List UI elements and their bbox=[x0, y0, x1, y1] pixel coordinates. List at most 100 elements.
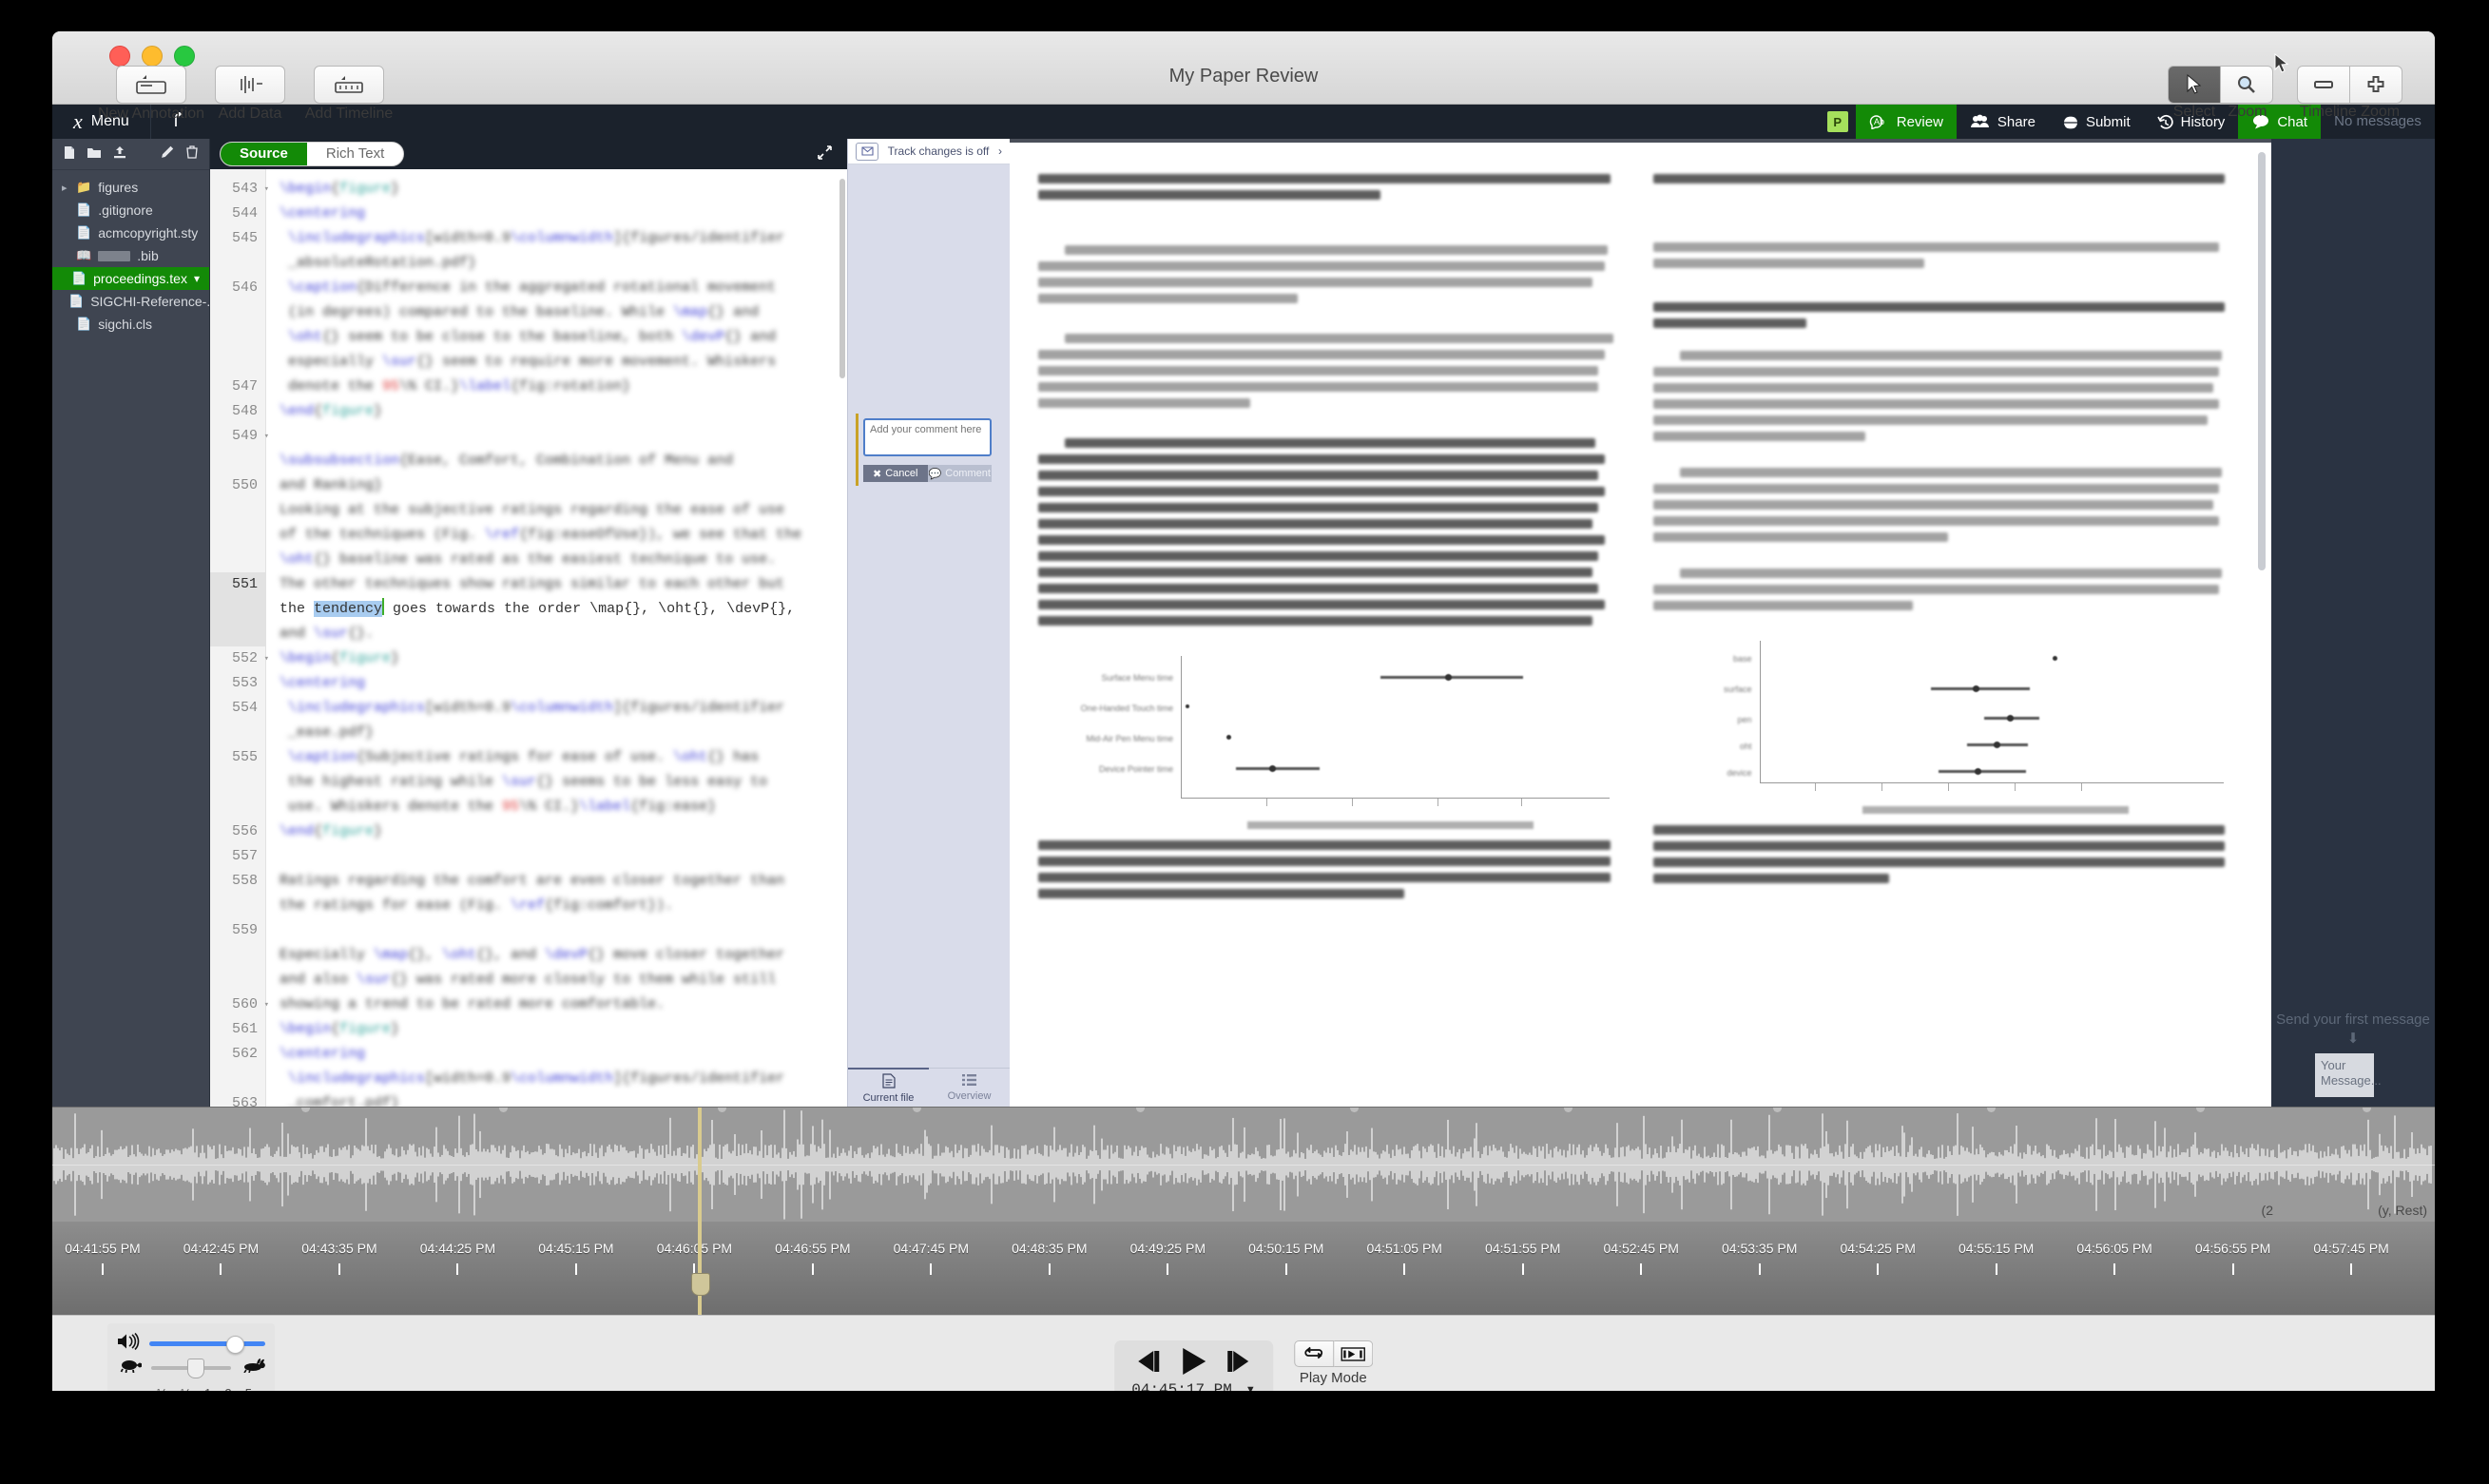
code-line-focused[interactable]: the tendency goes towards the order \map… bbox=[280, 597, 838, 622]
file-tree-item-proceedings-tex[interactable]: 📄 proceedings.tex ▾ bbox=[52, 267, 209, 290]
speed-knob[interactable] bbox=[186, 1359, 204, 1378]
submit-button[interactable]: Submit bbox=[2049, 105, 2144, 139]
play-range-icon[interactable] bbox=[1333, 1340, 1373, 1367]
ruler-tick-mark bbox=[2113, 1263, 2116, 1275]
inbox-icon[interactable] bbox=[856, 142, 878, 161]
file-tree-item-label: sigchi.cls bbox=[98, 317, 152, 332]
editor-scrollbar[interactable] bbox=[839, 179, 845, 378]
pdf-preview-panel: Recompile ▼ 52 bbox=[1010, 139, 2271, 1107]
ruler-tick-mark bbox=[1877, 1263, 1880, 1275]
ruler-tick-label: 04:56:05 PM bbox=[2076, 1241, 2152, 1256]
ruler-tick-label: 04:48:35 PM bbox=[1012, 1241, 1088, 1256]
file-tree-panel: ▸ 📁 figures 📄 .gitignore 📄 acmcopyright.… bbox=[52, 139, 209, 1107]
ruler-tick-label: 04:50:15 PM bbox=[1248, 1241, 1324, 1256]
track-changes-status[interactable]: Track changes is off bbox=[888, 145, 990, 158]
review-panel: Track changes is off › ✖ Cancel 💬 Commen… bbox=[847, 139, 1010, 1107]
add-data-label: Add Data bbox=[218, 106, 282, 122]
speaker-icon[interactable] bbox=[117, 1332, 140, 1355]
upload-icon[interactable] bbox=[113, 145, 126, 163]
step-forward-icon[interactable] bbox=[1224, 1349, 1252, 1378]
ruler-tick-mark bbox=[1284, 1263, 1287, 1275]
focused-suffix: goes towards the order \map{}, \oht{}, \… bbox=[384, 601, 796, 617]
new-folder-icon[interactable] bbox=[87, 146, 101, 163]
file-tree-item-label: acmcopyright.sty bbox=[98, 225, 199, 241]
tab-source[interactable]: Source bbox=[221, 143, 307, 165]
select-tool-button[interactable] bbox=[2168, 66, 2221, 104]
close-window-button[interactable] bbox=[109, 46, 130, 67]
waveform-playhead[interactable] bbox=[698, 1108, 702, 1222]
minimize-window-button[interactable] bbox=[142, 46, 163, 67]
chevron-right-icon[interactable]: › bbox=[998, 145, 1002, 158]
file-tree-item-acmcopyright[interactable]: 📄 acmcopyright.sty bbox=[52, 222, 209, 244]
file-tree-item-sigchi-reference[interactable]: 📄 SIGCHI-Reference-... bbox=[52, 290, 209, 313]
line-number: 559 bbox=[231, 922, 258, 938]
chat-hint: Send your first message ⬇ bbox=[2276, 1011, 2430, 1053]
tab-rich-text[interactable]: Rich Text bbox=[307, 143, 403, 165]
code-line: the ratings for ease (Fig. \ref{fig:comf… bbox=[280, 897, 674, 914]
tab-current-file[interactable]: Current file bbox=[848, 1068, 929, 1107]
file-tree-item-sigchi-cls[interactable]: 📄 sigchi.cls bbox=[52, 313, 209, 336]
chevron-right-icon[interactable]: ▸ bbox=[62, 182, 69, 194]
expand-icon[interactable] bbox=[818, 145, 832, 163]
zoom-window-button[interactable] bbox=[174, 46, 195, 67]
add-data-tool[interactable]: Add Data bbox=[204, 66, 296, 123]
volume-knob[interactable] bbox=[225, 1335, 244, 1354]
editor-code-area[interactable]: 543 544 545 546 547 548 549 550 551 552 … bbox=[210, 169, 847, 1107]
audio-waveform[interactable]: (2 (y, Rest) bbox=[52, 1107, 2435, 1222]
loop-icon[interactable] bbox=[1293, 1340, 1334, 1367]
rename-icon[interactable] bbox=[161, 145, 174, 163]
current-file-label: Current file bbox=[862, 1091, 915, 1104]
submit-comment-button[interactable]: 💬 Comment bbox=[927, 465, 992, 482]
line-number: 554 bbox=[231, 700, 258, 716]
document-icon bbox=[881, 1072, 896, 1091]
zoom-tool-button[interactable] bbox=[2221, 66, 2273, 104]
speed-slider[interactable] bbox=[151, 1359, 231, 1378]
playhead-handle[interactable] bbox=[691, 1273, 710, 1296]
tab-overview[interactable]: Overview bbox=[929, 1069, 1010, 1107]
play-icon[interactable] bbox=[1178, 1347, 1208, 1380]
timeline-ruler[interactable]: 04:41:55 PM 04:42:45 PM 04:43:35 PM 04:44:2… bbox=[52, 1222, 2435, 1315]
caret-down-icon[interactable]: ▼ bbox=[1245, 1384, 1256, 1391]
editor-text[interactable]: \begin{figure} \centering \includegraphi… bbox=[266, 169, 847, 1107]
cancel-comment-button[interactable]: ✖ Cancel bbox=[863, 465, 928, 482]
timeline-zoom-in-button[interactable] bbox=[2350, 66, 2402, 104]
file-tree-item-gitignore[interactable]: 📄 .gitignore bbox=[52, 199, 209, 222]
ruler-tick-mark bbox=[220, 1263, 222, 1275]
ruler-tick-mark bbox=[1403, 1263, 1406, 1275]
line-number: 549 bbox=[210, 424, 269, 449]
ruler-tick-mark bbox=[930, 1263, 933, 1275]
line-number: 545 bbox=[231, 230, 258, 246]
bib-file-icon: 📖 bbox=[76, 248, 92, 262]
code-line: showing a trend to be rated more comfort… bbox=[280, 996, 666, 1012]
chat-message-input[interactable]: Your Message... bbox=[2315, 1053, 2382, 1097]
select-label: Select bbox=[2172, 104, 2216, 120]
step-back-icon[interactable] bbox=[1134, 1349, 1163, 1378]
file-tree-item-bib[interactable]: 📖 .bib bbox=[52, 244, 209, 267]
ruler-tick-label: 04:52:45 PM bbox=[1603, 1241, 1679, 1256]
chevron-down-icon[interactable]: ▾ bbox=[194, 272, 200, 285]
file-tree-item-figures[interactable]: ▸ 📁 figures bbox=[52, 176, 209, 199]
file-tree-item-label: .gitignore bbox=[98, 202, 153, 218]
volume-slider[interactable] bbox=[149, 1335, 265, 1354]
code-line: \subsubsection{Ease, Comfort, Combinatio… bbox=[280, 453, 734, 469]
timeline-zoom-out-button[interactable] bbox=[2297, 66, 2350, 104]
ruler-tick-mark bbox=[338, 1263, 340, 1275]
selected-word[interactable]: tendency bbox=[314, 601, 383, 617]
ruler-tick-label: 04:44:25 PM bbox=[419, 1241, 496, 1256]
speed-mark: ½ bbox=[181, 1386, 191, 1391]
file-tree-item-label: .bib bbox=[137, 248, 159, 263]
new-annotation-tool[interactable]: New Annotation bbox=[98, 66, 204, 123]
comment-input[interactable] bbox=[863, 418, 992, 456]
ruler-tick-mark bbox=[456, 1263, 459, 1275]
add-timeline-tool[interactable]: Add Timeline bbox=[303, 66, 395, 123]
ruler-tick-label: 04:41:55 PM bbox=[65, 1241, 141, 1256]
review-button[interactable]: Ab Review bbox=[1855, 105, 1957, 139]
delete-icon[interactable] bbox=[186, 145, 198, 163]
share-button[interactable]: Share bbox=[1957, 105, 2049, 139]
new-file-icon[interactable] bbox=[64, 145, 75, 164]
pdf-scrollbar[interactable] bbox=[2258, 152, 2266, 570]
overleaf-body: ▸ 📁 figures 📄 .gitignore 📄 acmcopyright.… bbox=[52, 139, 2435, 1107]
review-panel-header[interactable]: Track changes is off › bbox=[848, 139, 1010, 164]
ruler-playhead[interactable] bbox=[698, 1222, 702, 1315]
